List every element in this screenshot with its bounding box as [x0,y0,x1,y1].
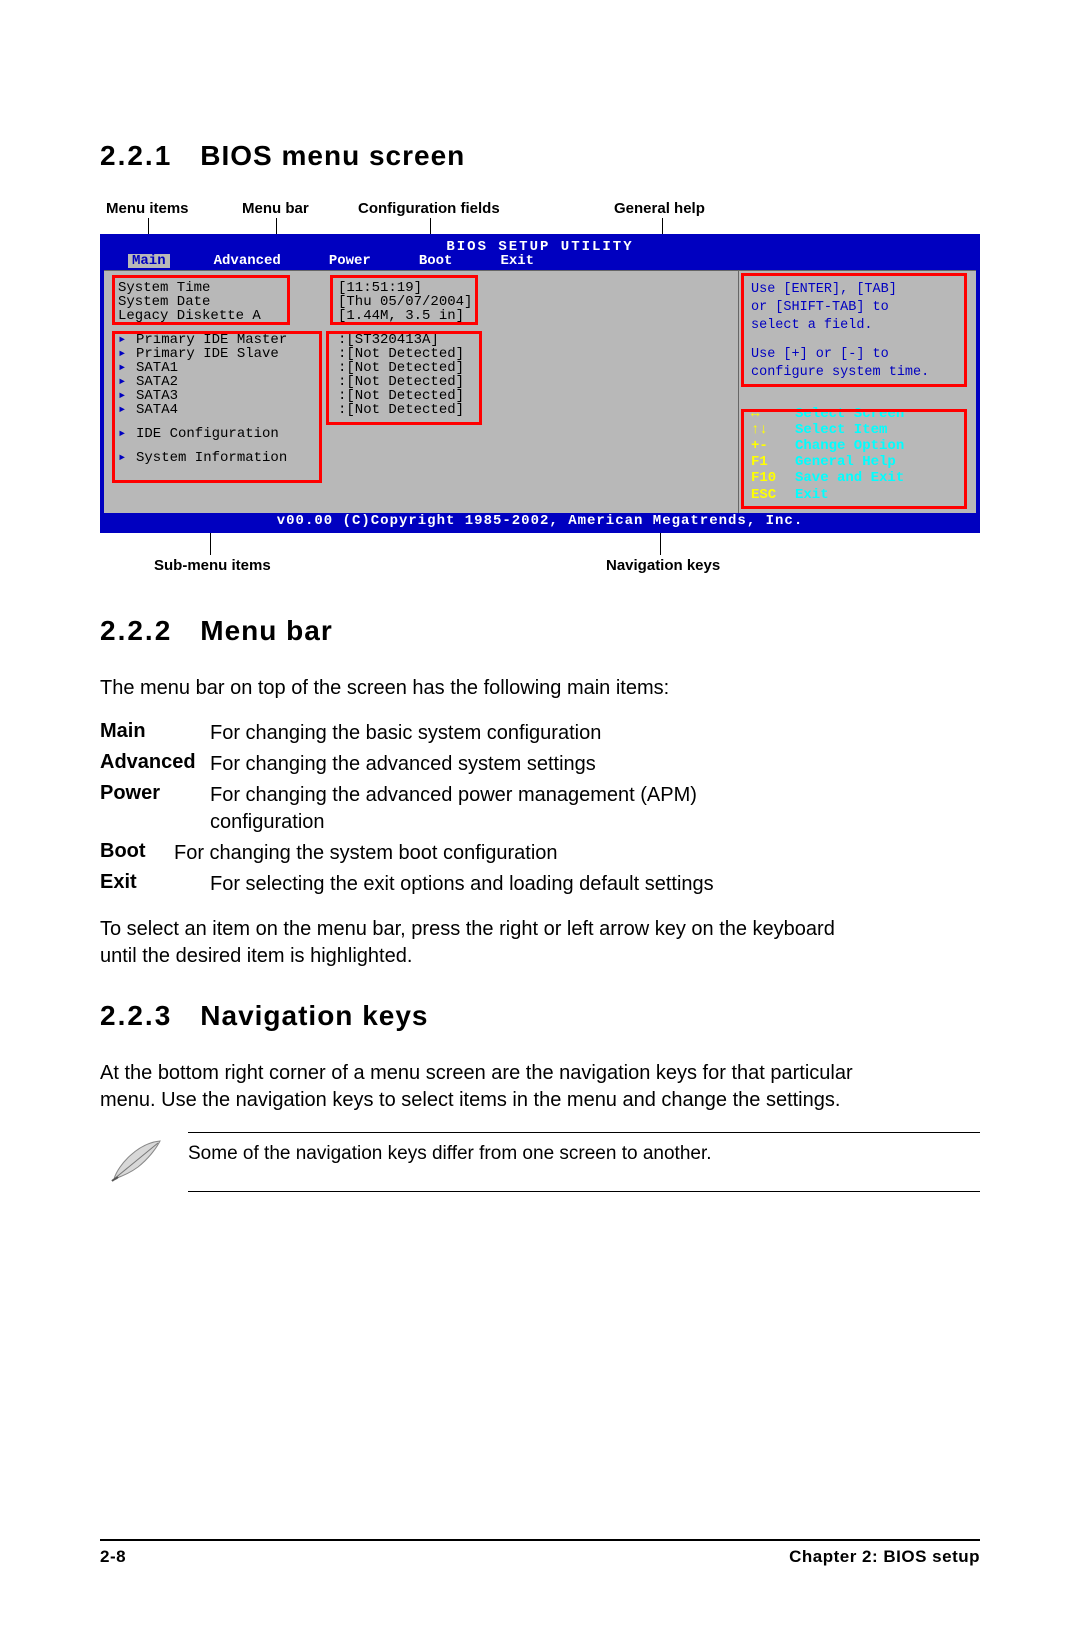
bios-row[interactable]: ▸SATA3:[Not Detected] [118,389,730,403]
callout-general-help: General help [614,200,705,217]
chapter-label: Chapter 2: BIOS setup [789,1547,980,1567]
bios-row[interactable]: System Date[Thu 05/07/2004] [118,295,730,309]
bios-figure: BIOS SETUP UTILITY Main Advanced Power B… [100,234,980,533]
submenu-arrow-icon: ▸ [118,375,136,389]
figure-callouts-top: Menu items Menu bar Configuration fields… [100,200,980,234]
bios-row[interactable]: ▸SATA4:[Not Detected] [118,403,730,417]
bios-row[interactable]: ▸System Information [118,451,730,465]
callout-navkeys: Navigation keys [606,557,720,574]
figure-callouts-bottom: Sub-menu items Navigation keys [100,553,980,587]
definition-row: ExitFor selecting the exit options and l… [100,871,980,898]
bios-tab-main[interactable]: Main [128,254,170,268]
definition-row: BootFor changing the system boot configu… [100,840,980,867]
bios-row[interactable]: ▸SATA1:[Not Detected] [118,361,730,375]
bios-tab-advanced[interactable]: Advanced [210,254,285,268]
callout-menu-bar: Menu bar [242,200,309,217]
definition-row: AdvancedFor changing the advanced system… [100,751,980,778]
bios-row[interactable]: ▸Primary IDE Slave:[Not Detected] [118,347,730,361]
bios-right-pane: Use [ENTER], [TAB] or [SHIFT-TAB] to sel… [738,271,976,513]
heading-title: Navigation keys [200,1000,428,1031]
paragraph: To select an item on the menu bar, press… [100,916,840,970]
heading-number: 2.2.2 [100,615,172,647]
feather-icon [108,1135,168,1185]
heading-number: 2.2.3 [100,1000,172,1032]
submenu-arrow-icon: ▸ [118,403,136,417]
bios-footer: v00.00 (C)Copyright 1985-2002, American … [104,513,976,529]
heading-title: Menu bar [200,615,332,646]
bios-help-text: Use [ENTER], [TAB] or [SHIFT-TAB] to sel… [745,277,970,384]
callout-submenu: Sub-menu items [154,557,271,574]
heading-2-2-1: 2.2.1 BIOS menu screen [100,140,980,172]
bios-tab-boot[interactable]: Boot [415,254,457,268]
submenu-arrow-icon: ▸ [118,333,136,347]
menu-bar-definitions: MainFor changing the basic system config… [100,720,980,898]
submenu-arrow-icon: ▸ [118,427,136,441]
definition-row: MainFor changing the basic system config… [100,720,980,747]
submenu-arrow-icon: ▸ [118,347,136,361]
heading-2-2-2: 2.2.2 Menu bar [100,615,980,647]
bios-row[interactable]: ▸IDE Configuration [118,427,730,441]
bios-row[interactable]: System Time[11:51:19] [118,281,730,295]
paragraph: At the bottom right corner of a menu scr… [100,1060,860,1114]
bios-row[interactable]: Legacy Diskette A[1.44M, 3.5 in] [118,309,730,323]
bios-nav-keys: ↔Select Screen ↑↓Select Item +-Change Op… [745,404,970,507]
bios-row[interactable]: ▸Primary IDE Master:[ST320413A] [118,333,730,347]
bios-menu-bar: Main Advanced Power Boot Exit [104,254,976,270]
bios-row[interactable]: ▸SATA2:[Not Detected] [118,375,730,389]
leader-line [210,533,211,555]
note-box: Some of the navigation keys differ from … [188,1132,980,1192]
bios-title: BIOS SETUP UTILITY [104,238,976,254]
bios-tab-exit[interactable]: Exit [496,254,538,268]
note-text: Some of the navigation keys differ from … [188,1143,712,1164]
page-footer: 2-8 Chapter 2: BIOS setup [100,1539,980,1567]
bios-tab-power[interactable]: Power [325,254,375,268]
page-number: 2-8 [100,1547,126,1567]
submenu-arrow-icon: ▸ [118,389,136,403]
callout-menu-items: Menu items [106,200,189,217]
bios-left-pane: System Time[11:51:19] System Date[Thu 05… [104,271,738,513]
submenu-arrow-icon: ▸ [118,451,136,465]
heading-number: 2.2.1 [100,140,172,172]
leader-line [660,533,661,555]
heading-2-2-3: 2.2.3 Navigation keys [100,1000,980,1032]
definition-row: PowerFor changing the advanced power man… [100,782,980,836]
callout-config-fields: Configuration fields [358,200,500,217]
paragraph: The menu bar on top of the screen has th… [100,675,980,702]
submenu-arrow-icon: ▸ [118,361,136,375]
heading-title: BIOS menu screen [200,140,465,171]
